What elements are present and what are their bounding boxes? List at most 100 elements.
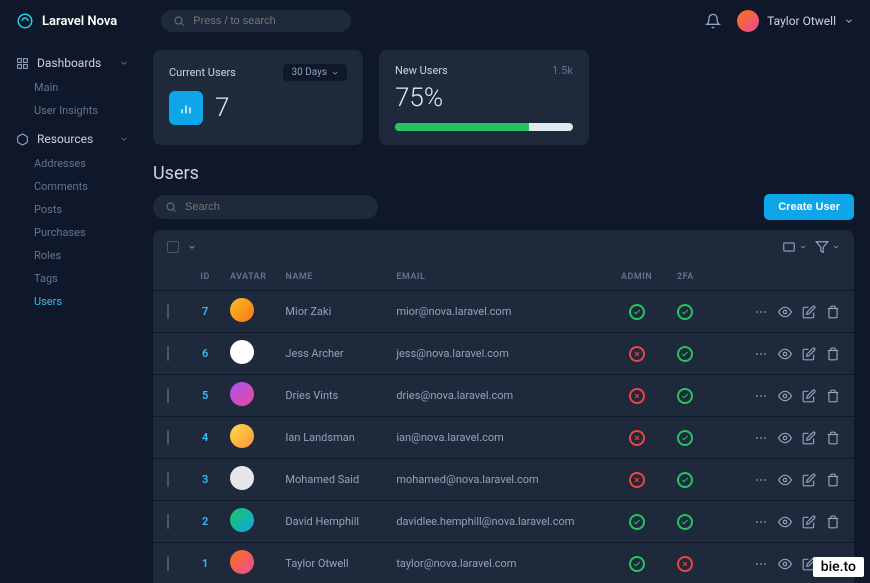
more-icon[interactable] [754,431,768,445]
delete-icon[interactable] [826,305,840,319]
col-admin[interactable]: ADMIN [612,264,661,291]
sidebar-item-tags[interactable]: Tags [12,267,133,290]
col-email[interactable]: EMAIL [390,264,612,291]
more-icon[interactable] [754,473,768,487]
table-row: 4 Ian Landsman ian@nova.laravel.com [153,417,854,459]
edit-icon[interactable] [802,389,816,403]
row-checkbox[interactable] [167,388,169,403]
view-icon[interactable] [778,389,792,403]
col-2fa[interactable]: 2FA [661,264,710,291]
more-icon[interactable] [754,557,768,571]
row-2fa-status [661,543,710,583]
row-2fa-status [661,501,710,543]
chevron-down-icon [799,243,807,251]
avatar [230,508,254,532]
row-id-link[interactable]: 4 [202,431,208,444]
row-email: ian@nova.laravel.com [390,417,612,459]
avatar [230,340,254,364]
user-menu[interactable]: Taylor Otwell [737,10,854,32]
filter-button[interactable] [815,240,840,254]
row-admin-status [612,333,661,375]
edit-icon[interactable] [802,347,816,361]
row-checkbox[interactable] [167,304,169,319]
sidebar-item-roles[interactable]: Roles [12,244,133,267]
row-checkbox[interactable] [167,472,169,487]
sidebar-item-purchases[interactable]: Purchases [12,221,133,244]
global-search[interactable] [161,10,351,32]
row-email: mohamed@nova.laravel.com [390,459,612,501]
brand-name: Laravel Nova [42,14,117,29]
select-all-checkbox[interactable] [167,241,179,253]
row-id-link[interactable]: 5 [202,389,208,402]
view-icon[interactable] [778,557,792,571]
col-avatar[interactable]: AVATAR [224,264,279,291]
card-current-users: Current Users 30 Days 7 [153,50,363,145]
sidebar-item-comments[interactable]: Comments [12,175,133,198]
edit-icon[interactable] [802,473,816,487]
sidebar-item-user-insights[interactable]: User Insights [12,99,133,122]
edit-icon[interactable] [802,515,816,529]
card-title: New Users [395,64,448,77]
sidebar-item-addresses[interactable]: Addresses [12,152,133,175]
view-icon[interactable] [778,515,792,529]
col-id[interactable]: ID [186,264,224,291]
resources-icon [16,133,29,146]
avatar [230,466,254,490]
chart-icon [169,91,203,125]
table-row: 3 Mohamed Said mohamed@nova.laravel.com [153,459,854,501]
chevron-down-icon[interactable] [187,242,197,252]
edit-icon[interactable] [802,305,816,319]
edit-icon[interactable] [802,431,816,445]
row-checkbox[interactable] [167,514,169,529]
row-checkbox[interactable] [167,430,169,445]
col-name[interactable]: NAME [279,264,390,291]
chevron-down-icon [119,134,129,144]
avatar [230,298,254,322]
global-search-input[interactable] [193,15,339,27]
more-icon[interactable] [754,305,768,319]
row-checkbox[interactable] [167,346,169,361]
search-icon [165,201,177,213]
view-icon[interactable] [778,473,792,487]
row-name: Dries Vints [279,375,390,417]
delete-icon[interactable] [826,515,840,529]
sidebar-item-users[interactable]: Users [12,290,133,313]
row-email: taylor@nova.laravel.com [390,543,612,583]
grid-icon [16,57,29,70]
filter-icon [815,240,829,254]
row-checkbox[interactable] [167,556,169,571]
view-icon[interactable] [778,347,792,361]
row-2fa-status [661,459,710,501]
view-icon[interactable] [778,431,792,445]
more-icon[interactable] [754,515,768,529]
sidebar-item-main[interactable]: Main [12,76,133,99]
percent-value: 75% [395,83,573,113]
avatar [230,424,254,448]
delete-icon[interactable] [826,473,840,487]
row-admin-status [612,459,661,501]
create-user-button[interactable]: Create User [764,194,854,220]
view-mode-button[interactable] [782,240,807,254]
nav-group-dashboards[interactable]: Dashboards [12,50,133,76]
users-search-input[interactable] [185,201,366,213]
nova-swirl-icon [16,12,34,30]
delete-icon[interactable] [826,347,840,361]
table-row: 7 Mior Zaki mior@nova.laravel.com [153,291,854,333]
view-icon[interactable] [778,305,792,319]
delete-icon[interactable] [826,431,840,445]
brand-logo[interactable]: Laravel Nova [16,12,117,30]
more-icon[interactable] [754,347,768,361]
more-icon[interactable] [754,389,768,403]
period-select[interactable]: 30 Days [283,64,347,81]
sidebar-item-posts[interactable]: Posts [12,198,133,221]
row-id-link[interactable]: 2 [202,515,208,528]
row-id-link[interactable]: 3 [202,473,208,486]
row-admin-status [612,375,661,417]
row-id-link[interactable]: 1 [202,557,208,570]
delete-icon[interactable] [826,389,840,403]
notifications-icon[interactable] [705,13,721,29]
users-search[interactable] [153,195,378,219]
nav-group-resources[interactable]: Resources [12,126,133,152]
row-id-link[interactable]: 7 [202,305,208,318]
row-id-link[interactable]: 6 [202,347,208,360]
